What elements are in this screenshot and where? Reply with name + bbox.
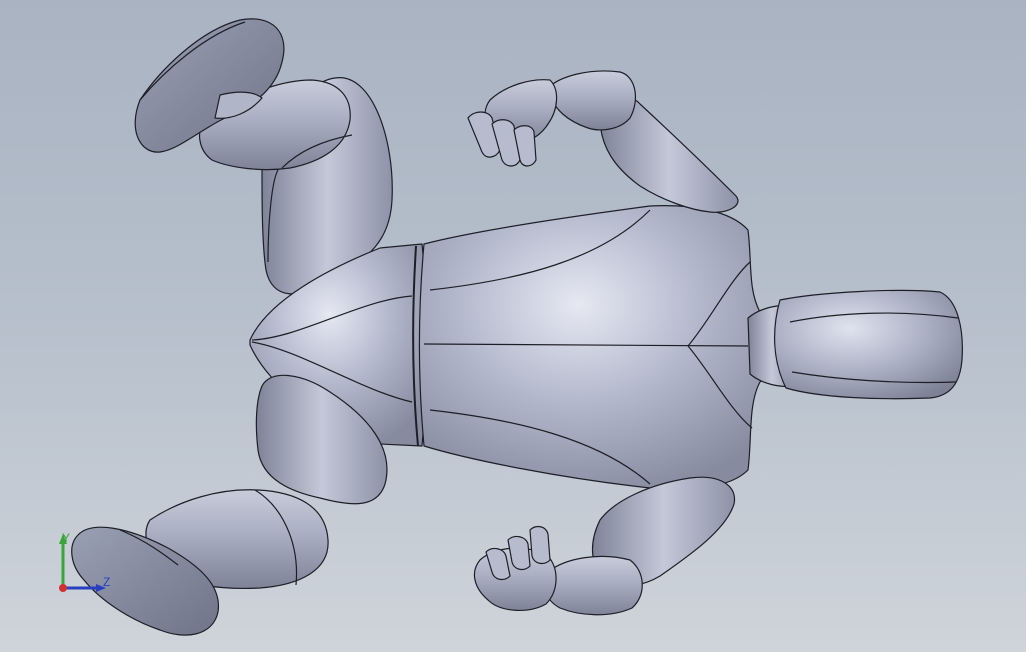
y-axis-label: Y bbox=[62, 531, 71, 545]
upper-forearm-left bbox=[547, 70, 637, 131]
coordinate-triad: Y Z bbox=[48, 528, 128, 600]
mannequin-model[interactable] bbox=[0, 0, 1026, 652]
lower-forearm-right bbox=[543, 555, 643, 616]
graphics-viewport[interactable]: Y Z bbox=[0, 0, 1026, 652]
x-axis-origin bbox=[59, 584, 67, 592]
z-axis-label: Z bbox=[103, 575, 111, 589]
axis-arrows bbox=[59, 534, 106, 592]
